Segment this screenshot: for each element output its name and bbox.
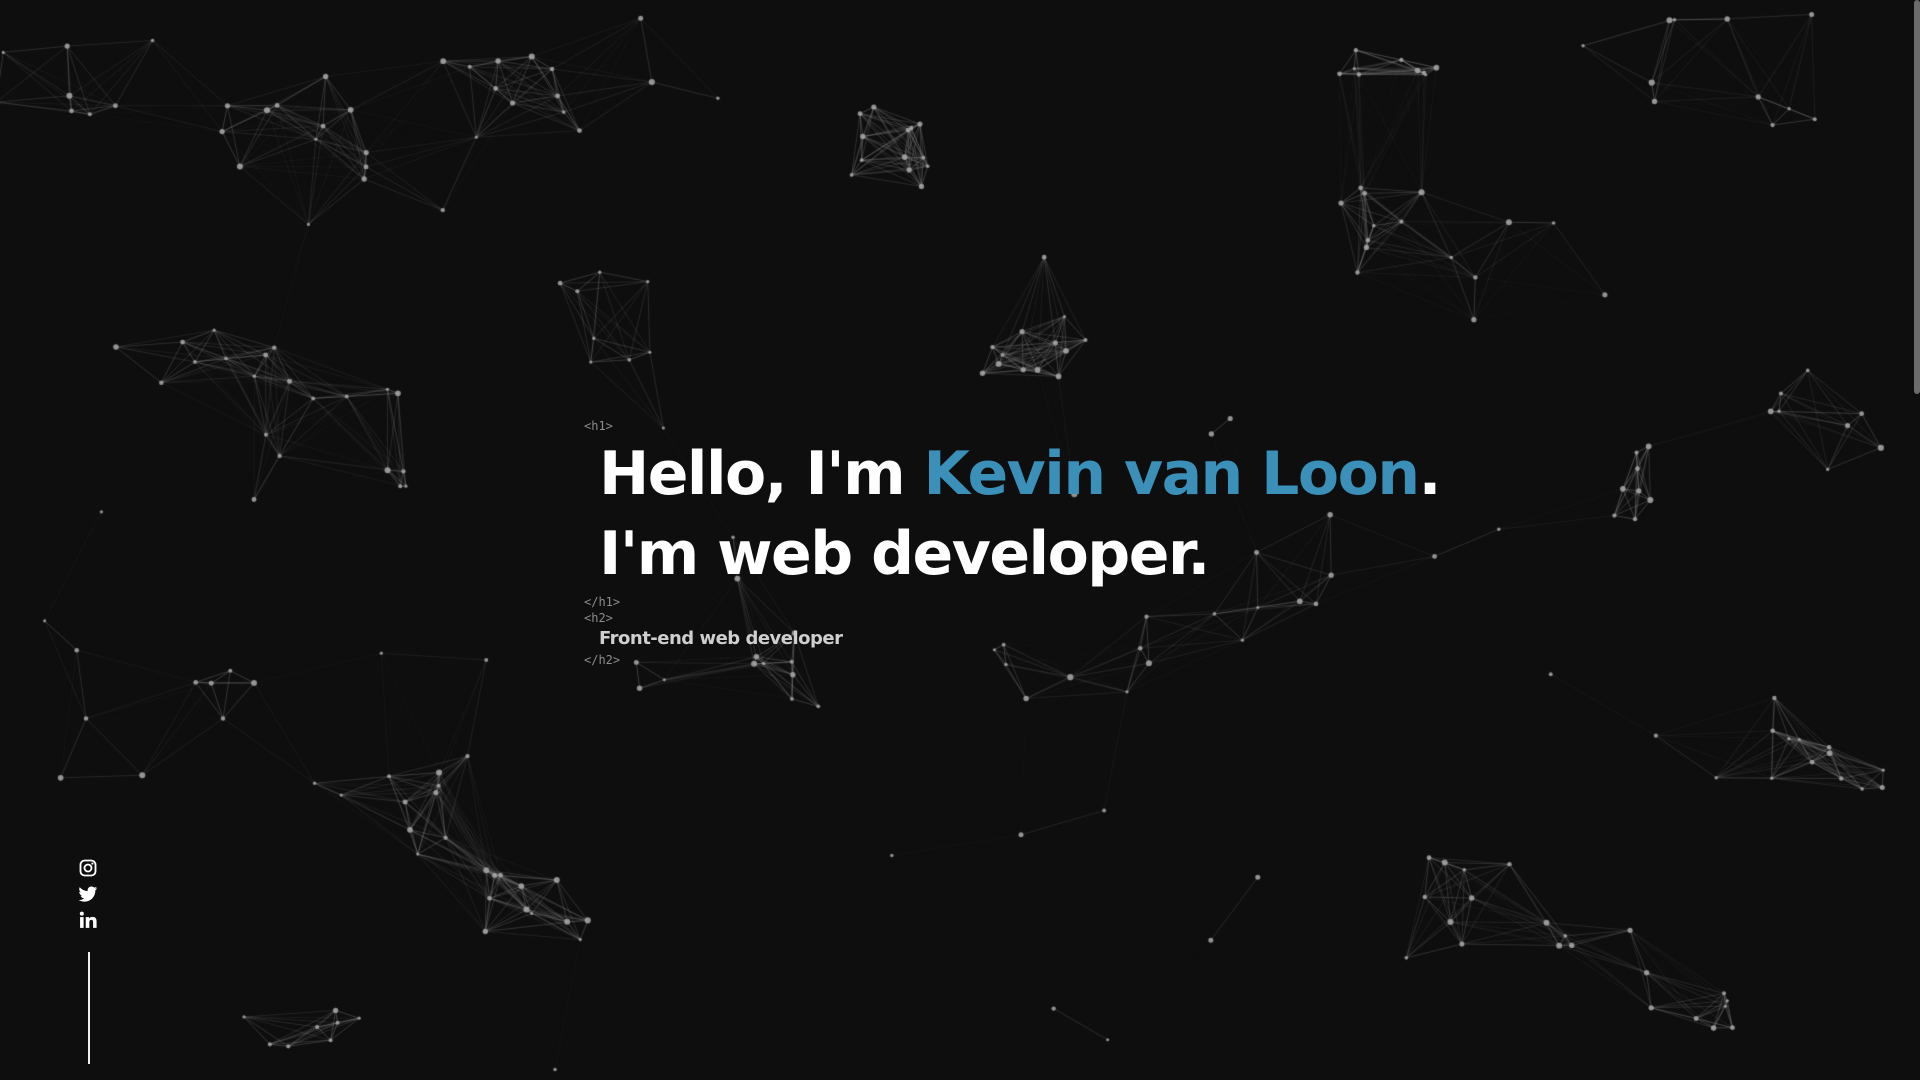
- headline-line-2: I'm web developer.: [599, 519, 1210, 589]
- linkedin-icon: [79, 911, 97, 928]
- name-highlight: Kevin van Loon: [923, 439, 1421, 509]
- linkedin-link[interactable]: [78, 910, 100, 932]
- social-divider-line: [88, 952, 90, 1064]
- headline-line-1: Hello, I'm Kevin van Loon.: [599, 434, 1484, 514]
- twitter-link[interactable]: [78, 884, 100, 906]
- greeting-text: Hello, I'm: [599, 439, 924, 509]
- h2-close-tag: </h2>: [584, 653, 621, 667]
- hero-section: <h1> Hello, I'm Kevin van Loon. I'm web …: [584, 418, 1484, 668]
- h1-open-tag: <h1>: [584, 419, 613, 433]
- instagram-icon: [79, 859, 97, 877]
- twitter-icon: [78, 886, 98, 902]
- h2-open-tag: <h2>: [584, 611, 613, 625]
- period-text: .: [1418, 439, 1442, 509]
- hero-headline: Hello, I'm Kevin van Loon. I'm web devel…: [584, 434, 1484, 594]
- instagram-link[interactable]: [78, 858, 100, 880]
- hero-subtitle: Front-end web developer: [599, 628, 843, 649]
- social-links: [78, 858, 100, 936]
- scrollbar-thumb[interactable]: [1914, 0, 1920, 394]
- h1-close-tag: </h1>: [584, 595, 621, 609]
